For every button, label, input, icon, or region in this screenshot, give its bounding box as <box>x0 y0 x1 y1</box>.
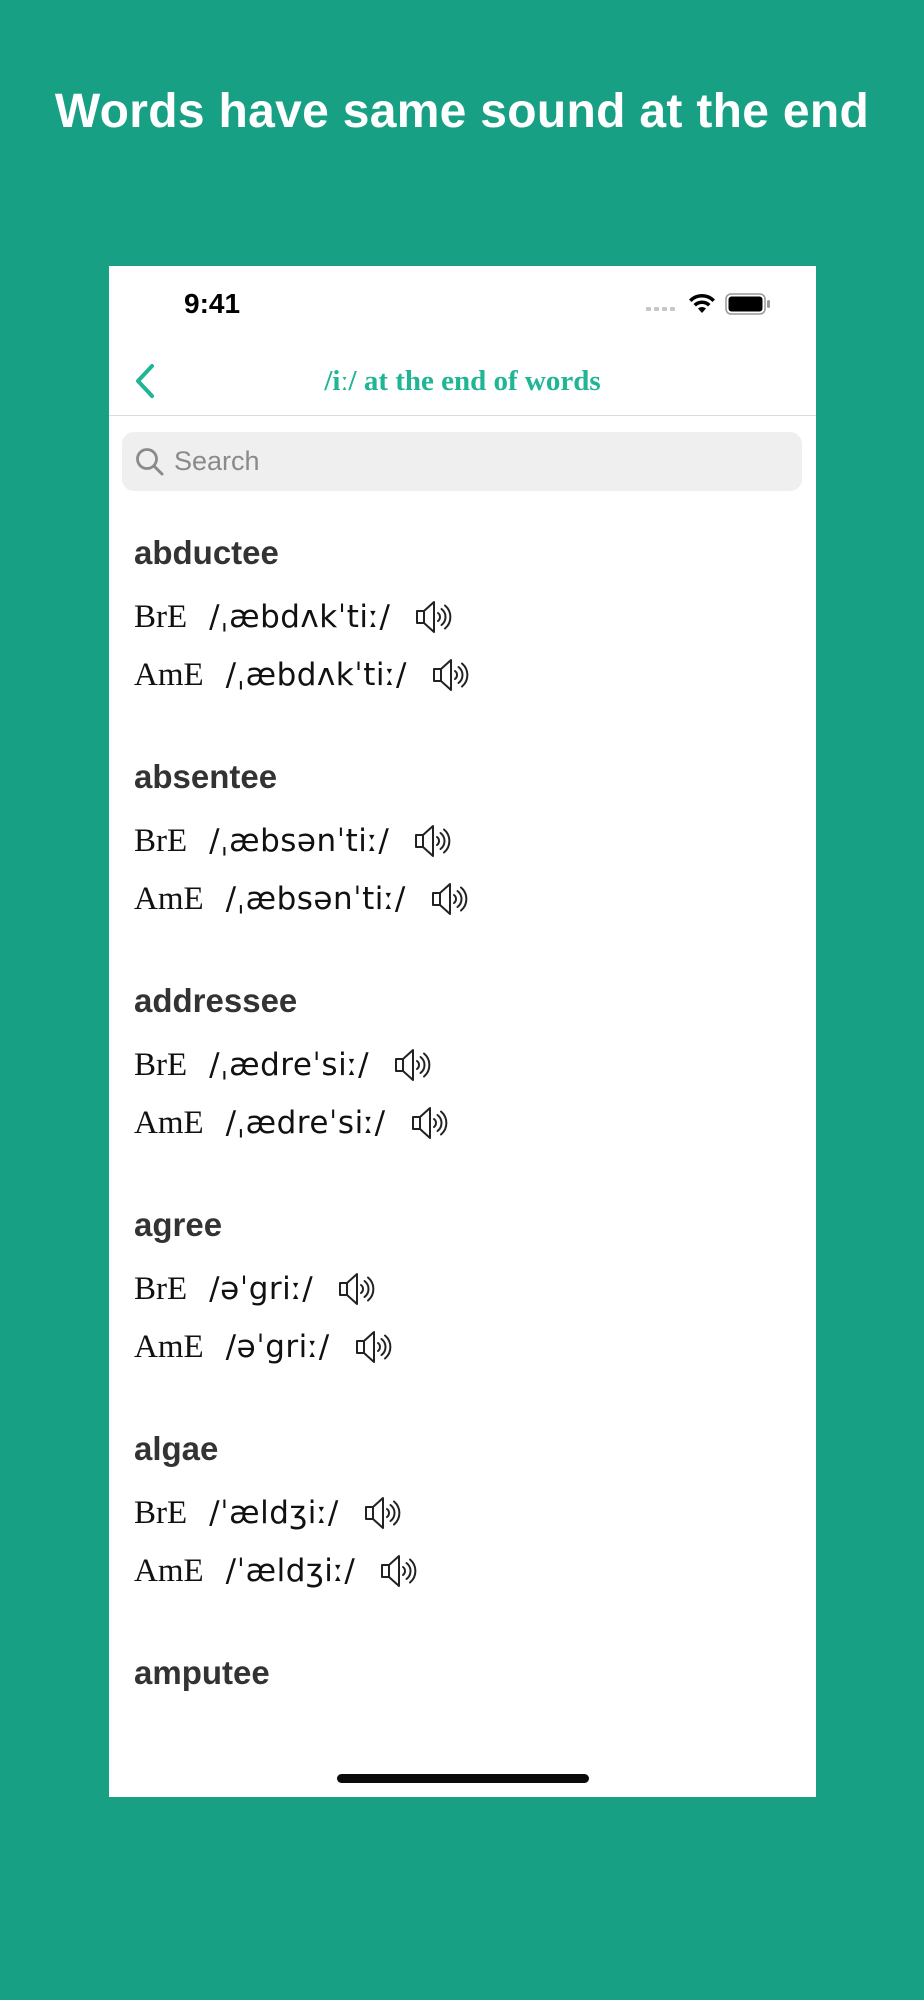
bre-pronunciation-row: BrE/ˌædreˈsiː/ <box>134 1042 433 1088</box>
home-indicator <box>337 1774 589 1783</box>
ame-label: AmE <box>134 1104 204 1141</box>
speaker-icon[interactable] <box>428 878 470 920</box>
bre-pronunciation-row: BrE/ˌæbsənˈtiː/ <box>134 818 453 864</box>
status-time: 9:41 <box>184 288 241 319</box>
word-entry[interactable]: algae BrE/ˈældʒiː/ AmE/ˈældʒiː/ <box>109 1392 816 1616</box>
word-entry[interactable]: agree BrE/əˈgriː/ AmE/əˈgriː/ <box>109 1168 816 1392</box>
word-title: absentee <box>134 758 278 795</box>
word-entry[interactable]: abductee BrE/ˌæbdʌkˈtiː/ AmE/ˌæbdʌkˈtiː/ <box>109 496 816 720</box>
ame-pronunciation-row: AmE/ˌæbdʌkˈtiː/ <box>134 652 471 698</box>
ame-label: AmE <box>134 1552 204 1589</box>
speaker-icon[interactable] <box>412 596 454 638</box>
ame-pronunciation-row: AmE/ˌæbsənˈtiː/ <box>134 876 470 922</box>
bre-ipa: /ˌæbsənˈtiː/ <box>209 823 390 859</box>
word-list: abductee BrE/ˌæbdʌkˈtiː/ AmE/ˌæbdʌkˈtiː/ … <box>109 496 816 1736</box>
word-entry[interactable]: absentee BrE/ˌæbsənˈtiː/ AmE/ˌæbsənˈtiː/ <box>109 720 816 944</box>
ame-ipa: /ˌædreˈsiː/ <box>225 1105 386 1141</box>
word-title: amputee <box>134 1654 270 1691</box>
word-entry[interactable]: amputee <box>109 1616 816 1736</box>
status-bar: 9:41 <box>109 266 816 336</box>
bre-ipa: /ˌædreˈsiː/ <box>209 1047 370 1083</box>
bre-label: BrE <box>134 598 188 635</box>
search-input[interactable] <box>174 446 774 477</box>
bre-label: BrE <box>134 1270 188 1307</box>
ame-pronunciation-row: AmE/ˈældʒiː/ <box>134 1548 419 1594</box>
search-icon <box>136 447 164 475</box>
back-button[interactable] <box>125 360 165 402</box>
cellular-signal-icon <box>646 297 675 311</box>
speaker-icon[interactable] <box>429 654 471 696</box>
word-entry[interactable]: addressee BrE/ˌædreˈsiː/ AmE/ˌædreˈsiː/ <box>109 944 816 1168</box>
speaker-icon[interactable] <box>361 1492 403 1534</box>
ame-ipa: /ˌæbdʌkˈtiː/ <box>225 657 407 693</box>
phone-screen: 9:41 /iː/ at the end of words Search abd… <box>109 266 816 1797</box>
bre-pronunciation-row: BrE/əˈgriː/ <box>134 1266 377 1312</box>
bre-label: BrE <box>134 1494 188 1531</box>
word-title: abductee <box>134 534 279 571</box>
bre-ipa: /əˈgriː/ <box>209 1271 314 1307</box>
bre-label: BrE <box>134 822 188 859</box>
speaker-icon[interactable] <box>335 1268 377 1310</box>
page-title: /iː/ at the end of words <box>324 364 601 397</box>
chevron-left-icon <box>136 364 154 398</box>
bre-pronunciation-row: BrE/ˈældʒiː/ <box>134 1490 403 1536</box>
navigation-bar: /iː/ at the end of words <box>109 346 816 416</box>
word-title: addressee <box>134 982 298 1019</box>
ame-ipa: /ˌæbsənˈtiː/ <box>225 881 406 917</box>
bre-ipa: /ˈældʒiː/ <box>209 1495 339 1531</box>
bre-ipa: /ˌæbdʌkˈtiː/ <box>209 599 391 635</box>
word-title: agree <box>134 1206 223 1243</box>
status-icons <box>646 293 771 315</box>
screenshot-headline: Words have same sound at the end <box>54 85 870 138</box>
ame-label: AmE <box>134 880 204 917</box>
ame-ipa: /ˈældʒiː/ <box>225 1553 356 1589</box>
search-bar[interactable] <box>122 432 802 491</box>
speaker-icon[interactable] <box>391 1044 433 1086</box>
ame-pronunciation-row: AmE/əˈgriː/ <box>134 1324 394 1370</box>
ame-label: AmE <box>134 1328 204 1365</box>
speaker-icon[interactable] <box>411 820 453 862</box>
speaker-icon[interactable] <box>352 1326 394 1368</box>
wifi-icon <box>689 293 715 313</box>
word-title: algae <box>134 1430 219 1467</box>
bre-label: BrE <box>134 1046 188 1083</box>
ame-label: AmE <box>134 656 204 693</box>
speaker-icon[interactable] <box>377 1550 419 1592</box>
ame-pronunciation-row: AmE/ˌædreˈsiː/ <box>134 1100 450 1146</box>
speaker-icon[interactable] <box>408 1102 450 1144</box>
bre-pronunciation-row: BrE/ˌæbdʌkˈtiː/ <box>134 594 454 640</box>
ame-ipa: /əˈgriː/ <box>225 1329 330 1365</box>
battery-icon <box>725 293 770 315</box>
